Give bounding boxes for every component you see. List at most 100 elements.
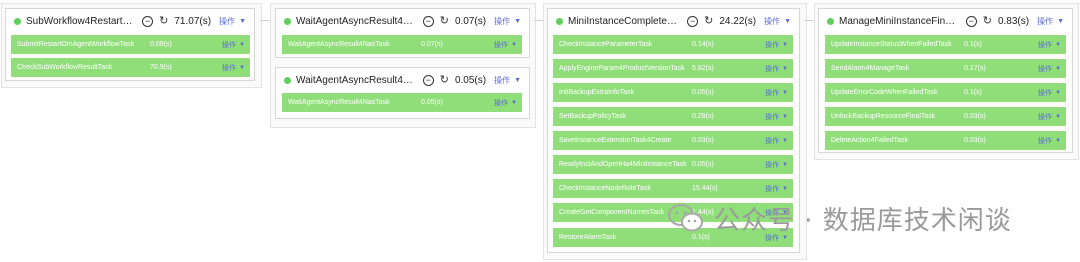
job-operation-menu[interactable]: 操作 [756,16,780,27]
task-duration: 0.03(s) [964,113,986,120]
refresh-icon[interactable]: ↻ [704,15,713,27]
job-operation-menu[interactable]: 操作 [1029,16,1053,27]
job-card[interactable]: ManageMiniInstanceFinalJob − ↻ 0.83(s) 操… [818,8,1073,153]
task-operation-menu[interactable]: 操作 [1038,64,1052,74]
chevron-down-icon[interactable]: ▼ [239,18,246,25]
watermark: 公众号 · 数据库技术闲谈 [668,200,1012,236]
job-title: SubWorkflow4RestartOmAgen... [26,15,137,27]
task-operation-menu[interactable]: 操作 [765,112,779,122]
collapse-minus-icon[interactable]: − [422,74,434,86]
task-operation-menu[interactable]: 操作 [1038,40,1052,50]
task-duration: 0.05(s) [692,89,714,96]
job-operation-menu[interactable]: 操作 [211,16,235,27]
chevron-down-icon[interactable]: ▼ [782,186,788,192]
chevron-down-icon[interactable]: ▼ [782,90,788,96]
task-name: CheckInstanceNodeRoleTask [559,185,651,192]
task-operation-menu[interactable]: 操作 [1038,136,1052,146]
chevron-down-icon[interactable]: ▼ [784,18,791,25]
task-row[interactable]: CheckInstanceNodeRoleTask 15.44(s) 操作 ▼ [553,179,793,198]
task-duration: 0.09(s) [150,41,172,48]
chevron-down-icon[interactable]: ▼ [511,42,517,48]
task-row[interactable]: UpdateInstanceStatusWhenFailedTask 0.1(s… [825,35,1066,54]
task-name: ApplyEngineParam4ProductVersionTask [559,65,685,72]
task-row[interactable]: SetBackupPolicyTask 0.28(s) 操作 ▼ [553,107,793,126]
job-card-header: MiniInstanceCompleteJob4Cre... − ↻ 24.22… [548,9,799,33]
job-title: MiniInstanceCompleteJob4Cre... [568,15,681,27]
task-operation-menu[interactable]: 操作 [765,64,779,74]
chevron-down-icon[interactable]: ▼ [1055,42,1061,48]
refresh-icon[interactable]: ↻ [983,15,992,27]
collapse-minus-icon[interactable]: − [422,15,434,27]
chevron-down-icon[interactable]: ▼ [782,162,788,168]
task-operation-menu[interactable]: 操作 [222,40,236,50]
task-row[interactable]: SubmitRestartOmAgentWorkflowTask 0.09(s)… [11,35,250,54]
refresh-icon[interactable]: ↻ [440,74,449,86]
task-operation-menu[interactable]: 操作 [1038,88,1052,98]
task-operation-menu[interactable]: 操作 [222,63,236,73]
chevron-down-icon[interactable]: ▼ [1055,114,1061,120]
task-duration: 0.05(s) [692,161,714,168]
status-dot-icon [284,17,291,25]
job-card[interactable]: WaitAgentAsyncResult4NasJob... − ↻ 0.05(… [275,67,530,119]
task-row[interactable]: DeleteAction4FailedTask 0.03(s) 操作 ▼ [825,131,1066,150]
collapse-minus-icon[interactable]: − [687,15,699,27]
task-row[interactable]: CheckInstanceParameterTask 0.14(s) 操作 ▼ [553,35,793,54]
chevron-down-icon[interactable]: ▼ [1055,66,1061,72]
chevron-down-icon[interactable]: ▼ [782,138,788,144]
task-name: UpdateInstanceStatusWhenFailedTask [831,41,952,48]
job-operation-menu[interactable]: 操作 [486,75,510,86]
task-row[interactable]: UnlockBackupResourceFinalTask 0.03(s) 操作… [825,107,1066,126]
chevron-down-icon[interactable]: ▼ [782,42,788,48]
task-operation-menu[interactable]: 操作 [1038,112,1052,122]
job-card-header: ManageMiniInstanceFinalJob − ↻ 0.83(s) 操… [819,9,1072,33]
job-duration: 24.22(s) [719,15,757,27]
job-title: WaitAgentAsyncResult4NasJob... [296,15,417,27]
task-operation-menu[interactable]: 操作 [765,184,779,194]
task-duration: 0.05(s) [421,99,443,106]
chevron-down-icon[interactable]: ▼ [782,66,788,72]
chevron-down-icon[interactable]: ▼ [239,65,245,71]
task-row[interactable]: UpdateErrorCodeWhenFailedTask 0.1(s) 操作 … [825,83,1066,102]
task-row[interactable]: WaitAgentAsyncResult4NasTask 0.05(s) 操作 … [282,93,522,112]
chevron-down-icon[interactable]: ▼ [514,77,521,84]
chevron-down-icon[interactable]: ▼ [511,100,517,106]
job-card[interactable]: WaitAgentAsyncResult4NasJob... − ↻ 0.07(… [275,8,530,58]
task-name: InitBackupExtraInfoTask [559,89,635,96]
task-row[interactable]: SaveInstanceExtensionTask4Create 0.03(s)… [553,131,793,150]
chevron-down-icon[interactable]: ▼ [1057,18,1064,25]
task-duration: 0.03(s) [964,137,986,144]
task-operation-menu[interactable]: 操作 [765,88,779,98]
task-duration: 0.14(s) [692,41,714,48]
task-operation-menu[interactable]: 操作 [494,40,508,50]
status-dot-icon [827,17,834,25]
task-operation-menu[interactable]: 操作 [765,160,779,170]
task-row[interactable]: WaitAgentAsyncResult4NasTask 0.07(s) 操作 … [282,35,522,54]
job-operation-menu[interactable]: 操作 [486,16,510,27]
chevron-down-icon[interactable]: ▼ [239,42,245,48]
task-duration: 0.03(s) [692,137,714,144]
job-duration: 0.05(s) [454,74,487,86]
job-card[interactable]: SubWorkflow4RestartOmAgen... − ↻ 71.07(s… [5,8,255,81]
collapse-minus-icon[interactable]: − [142,15,154,27]
task-row[interactable]: ReadyInstAndOpenHa4MiniInstanceTask 0.05… [553,155,793,174]
refresh-icon[interactable]: ↻ [440,15,449,27]
chevron-down-icon[interactable]: ▼ [514,18,521,25]
stage-connector [534,20,543,21]
task-row[interactable]: InitBackupExtraInfoTask 0.05(s) 操作 ▼ [553,83,793,102]
task-duration: 5.82(s) [692,65,714,72]
job-card-header: WaitAgentAsyncResult4NasJob... − ↻ 0.05(… [276,68,529,92]
chevron-down-icon[interactable]: ▼ [1055,90,1061,96]
status-dot-icon [556,17,563,25]
status-dot-icon [14,17,21,25]
task-row[interactable]: CheckSubWorkflowResultTask 70.9(s) 操作 ▼ [11,58,250,77]
task-operation-menu[interactable]: 操作 [765,40,779,50]
task-row[interactable]: ApplyEngineParam4ProductVersionTask 5.82… [553,59,793,78]
collapse-minus-icon[interactable]: − [965,15,977,27]
task-row[interactable]: SendAlarm4ManageTask 0.17(s) 操作 ▼ [825,59,1066,78]
refresh-icon[interactable]: ↻ [159,15,168,27]
chevron-down-icon[interactable]: ▼ [782,114,788,120]
task-operation-menu[interactable]: 操作 [765,136,779,146]
task-operation-menu[interactable]: 操作 [494,98,508,108]
chevron-down-icon[interactable]: ▼ [1055,138,1061,144]
job-card-header: SubWorkflow4RestartOmAgen... − ↻ 71.07(s… [6,9,254,33]
